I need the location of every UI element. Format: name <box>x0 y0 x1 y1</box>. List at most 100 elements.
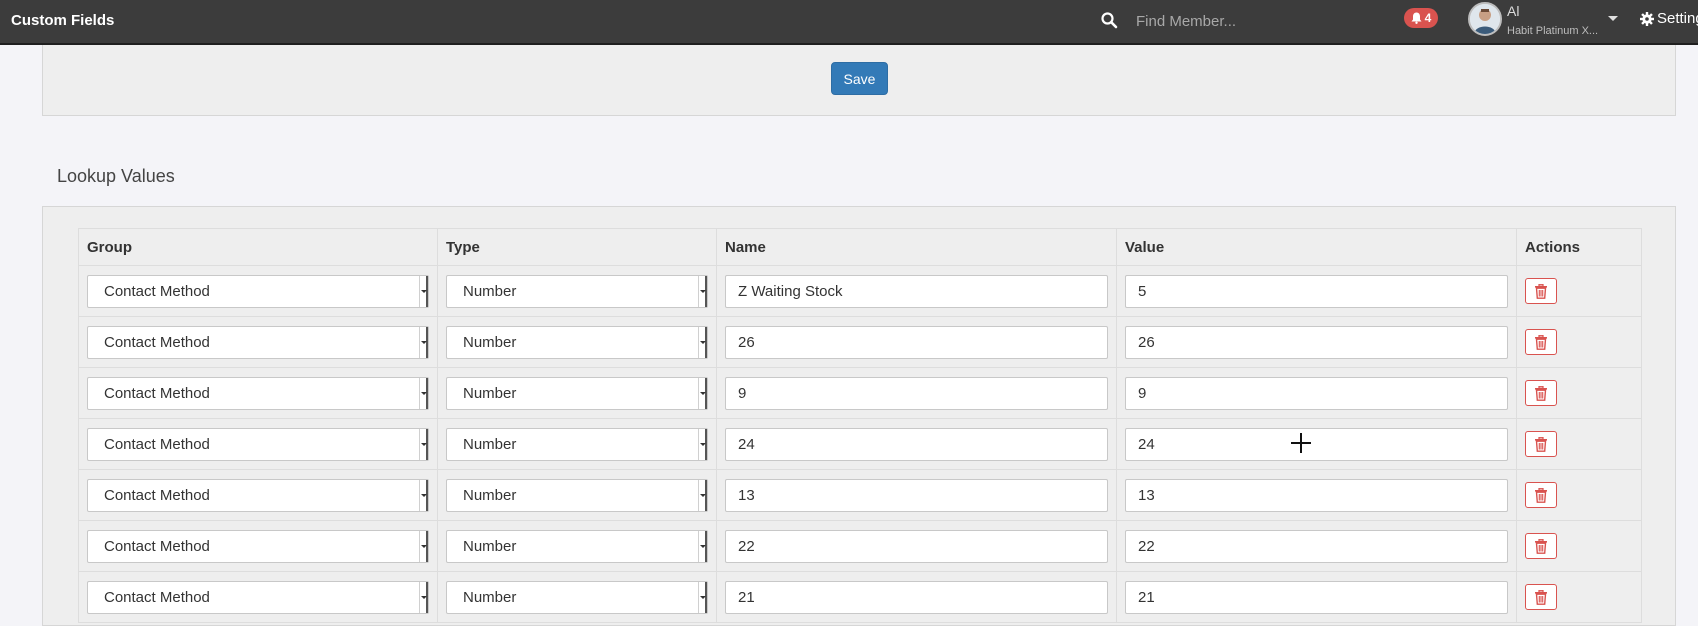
value-input[interactable] <box>1125 274 1508 308</box>
name-input[interactable] <box>725 274 1108 308</box>
dropdown-arrow-icon[interactable] <box>419 581 428 613</box>
type-select[interactable]: Number <box>446 376 708 410</box>
group-select[interactable]: Contact Method <box>87 478 429 512</box>
table-row: Contact Method Number <box>78 367 1642 419</box>
value-input[interactable] <box>1125 325 1508 359</box>
user-avatar[interactable] <box>1468 2 1502 36</box>
name-input[interactable] <box>725 427 1108 461</box>
table-row: Contact Method Number <box>78 469 1642 521</box>
group-select[interactable]: Contact Method <box>87 427 429 461</box>
table-header-row: Group Type Name Value Actions <box>78 228 1642 266</box>
save-panel: Save <box>42 45 1676 116</box>
type-select-value: Number <box>463 486 517 504</box>
group-select[interactable]: Contact Method <box>87 325 429 359</box>
group-select-value: Contact Method <box>104 282 210 300</box>
actions-cell <box>1516 265 1642 317</box>
column-header-actions: Actions <box>1516 228 1642 266</box>
group-cell: Contact Method <box>78 469 438 521</box>
group-select-value: Contact Method <box>104 435 210 453</box>
group-cell: Contact Method <box>78 520 438 572</box>
column-header-name: Name <box>716 228 1117 266</box>
dropdown-arrow-icon[interactable] <box>419 428 428 460</box>
dropdown-arrow-icon[interactable] <box>419 479 428 511</box>
type-select-value: Number <box>463 333 517 351</box>
type-cell: Number <box>437 520 717 572</box>
delete-row-button[interactable] <box>1525 584 1557 610</box>
group-select-value: Contact Method <box>104 588 210 606</box>
dropdown-arrow-icon[interactable] <box>698 275 707 307</box>
value-cell <box>1116 520 1517 572</box>
settings-link[interactable]: Settings <box>1640 10 1698 27</box>
delete-row-button[interactable] <box>1525 482 1557 508</box>
bell-icon <box>1411 12 1422 24</box>
dropdown-arrow-icon[interactable] <box>419 275 428 307</box>
column-header-value: Value <box>1116 228 1517 266</box>
type-select[interactable]: Number <box>446 325 708 359</box>
dropdown-arrow-icon[interactable] <box>419 530 428 562</box>
lookup-table-body: Contact Method Number Contact Method Number… <box>78 265 1642 623</box>
delete-row-button[interactable] <box>1525 533 1557 559</box>
table-row: Contact Method Number <box>78 316 1642 368</box>
type-cell: Number <box>437 367 717 419</box>
name-input[interactable] <box>725 325 1108 359</box>
actions-cell <box>1516 418 1642 470</box>
trash-icon <box>1534 334 1548 350</box>
name-cell <box>716 265 1117 317</box>
settings-label: Settings <box>1657 10 1698 27</box>
type-select[interactable]: Number <box>446 478 708 512</box>
column-header-type: Type <box>437 228 717 266</box>
value-input[interactable] <box>1125 529 1508 563</box>
type-cell: Number <box>437 571 717 623</box>
group-select[interactable]: Contact Method <box>87 274 429 308</box>
group-select[interactable]: Contact Method <box>87 376 429 410</box>
actions-cell <box>1516 316 1642 368</box>
group-select[interactable]: Contact Method <box>87 529 429 563</box>
name-input[interactable] <box>725 376 1108 410</box>
delete-row-button[interactable] <box>1525 380 1557 406</box>
value-cell <box>1116 571 1517 623</box>
value-input[interactable] <box>1125 376 1508 410</box>
group-select-value: Contact Method <box>104 486 210 504</box>
type-cell: Number <box>437 316 717 368</box>
group-cell: Contact Method <box>78 316 438 368</box>
type-select[interactable]: Number <box>446 529 708 563</box>
value-input[interactable] <box>1125 478 1508 512</box>
dropdown-arrow-icon[interactable] <box>698 530 707 562</box>
type-cell: Number <box>437 265 717 317</box>
lookup-values-heading: Lookup Values <box>57 166 175 186</box>
name-cell <box>716 469 1117 521</box>
member-search-input[interactable] <box>1128 8 1384 34</box>
type-select-value: Number <box>463 435 517 453</box>
dropdown-arrow-icon[interactable] <box>698 479 707 511</box>
name-input[interactable] <box>725 529 1108 563</box>
value-input[interactable] <box>1125 427 1508 461</box>
dropdown-arrow-icon[interactable] <box>419 377 428 409</box>
trash-icon <box>1534 538 1548 554</box>
notifications-badge[interactable]: 4 <box>1404 8 1438 28</box>
save-button[interactable]: Save <box>831 62 888 95</box>
value-cell <box>1116 367 1517 419</box>
delete-row-button[interactable] <box>1525 329 1557 355</box>
user-name[interactable]: Al <box>1507 3 1519 19</box>
value-cell <box>1116 316 1517 368</box>
dropdown-arrow-icon[interactable] <box>698 377 707 409</box>
table-row: Contact Method Number <box>78 571 1642 623</box>
page-title: Custom Fields <box>11 12 115 29</box>
value-cell <box>1116 265 1517 317</box>
dropdown-arrow-icon[interactable] <box>419 326 428 358</box>
name-cell <box>716 367 1117 419</box>
type-select-value: Number <box>463 537 517 555</box>
name-input[interactable] <box>725 478 1108 512</box>
search-icon[interactable] <box>1100 11 1118 29</box>
dropdown-arrow-icon[interactable] <box>698 428 707 460</box>
dropdown-arrow-icon[interactable] <box>698 581 707 613</box>
type-select[interactable]: Number <box>446 274 708 308</box>
dropdown-arrow-icon[interactable] <box>698 326 707 358</box>
actions-cell <box>1516 367 1642 419</box>
trash-icon <box>1534 589 1548 605</box>
trash-icon <box>1534 487 1548 503</box>
delete-row-button[interactable] <box>1525 278 1557 304</box>
delete-row-button[interactable] <box>1525 431 1557 457</box>
chevron-down-icon[interactable] <box>1608 16 1618 21</box>
type-select[interactable]: Number <box>446 427 708 461</box>
